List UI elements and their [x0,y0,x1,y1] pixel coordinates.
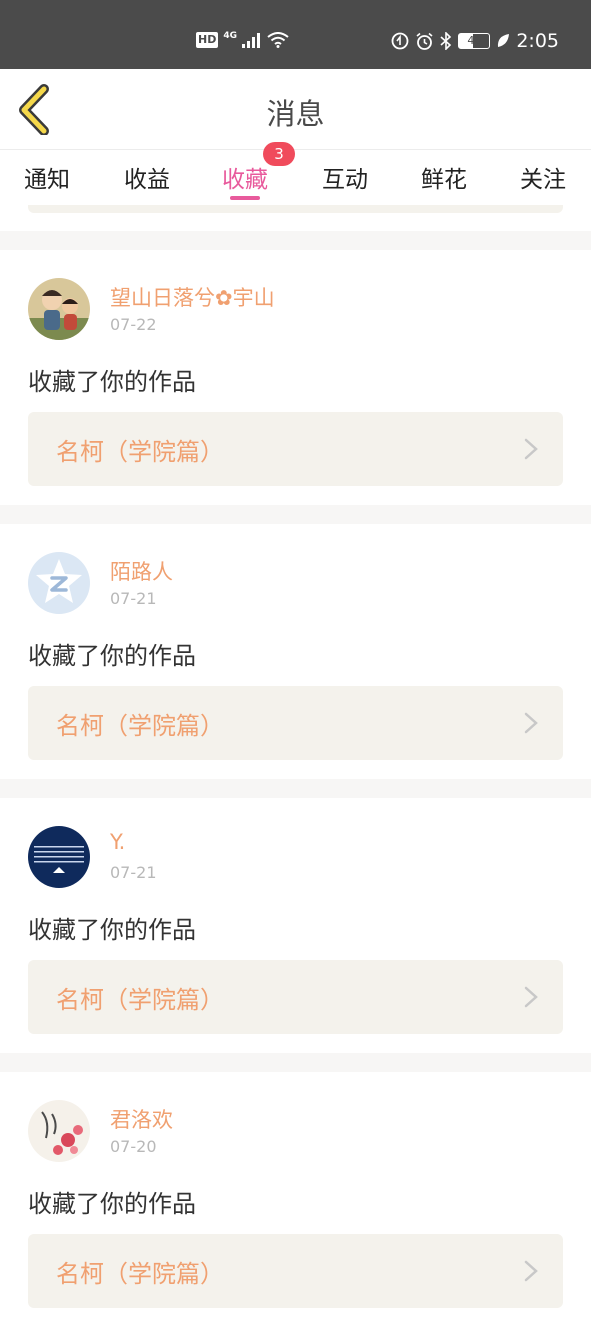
data-saver-icon [391,32,409,50]
tab-follows[interactable]: 关注 [520,160,566,194]
battery-level: 46 [467,34,482,47]
action-text: 收藏了你的作品 [28,916,196,944]
avatar[interactable] [28,278,90,340]
signal-icon [242,33,260,48]
username[interactable]: 君洛欢 [110,1104,173,1134]
chevron-right-icon [524,986,538,1008]
username[interactable]: 望山日落兮✿宇山 [110,282,275,312]
unread-badge: 3 [263,142,295,166]
work-link[interactable]: 名柯（学院篇） [28,412,563,486]
bluetooth-icon [440,32,452,50]
work-link[interactable]: 名柯（学院篇） [28,960,563,1034]
work-title: 名柯（学院篇） [56,438,224,466]
notification-card: 君洛欢 07-20 收藏了你的作品 名柯（学院篇） [0,1072,591,1327]
avatar[interactable] [28,826,90,888]
tab-bar: 通知 收益 收藏 互动 鲜花 关注 [0,150,591,205]
alarm-icon [416,32,433,50]
wifi-icon [267,32,289,48]
battery-indicator: 46 [458,33,491,49]
status-right: 46 2:05 [391,30,559,52]
message-date: 07-20 [110,1137,157,1156]
action-text: 收藏了你的作品 [28,1190,196,1218]
work-link[interactable]: 名柯（学院篇） [28,1234,563,1308]
clock: 2:05 [516,30,559,52]
work-title: 名柯（学院篇） [56,1260,224,1288]
message-date: 07-21 [110,863,157,882]
username[interactable]: Y. [110,830,125,854]
tab-interactions[interactable]: 互动 [322,160,368,194]
avatar[interactable] [28,552,90,614]
notification-card: Y. 07-21 收藏了你的作品 名柯（学院篇） [0,798,591,1053]
username[interactable]: 陌路人 [110,556,173,586]
status-bar: HD 4G 46 2:05 [0,0,591,69]
work-title: 名柯（学院篇） [56,712,224,740]
notification-card: 望山日落兮✿宇山 07-22 收藏了你的作品 名柯（学院篇） [0,250,591,505]
chevron-right-icon [524,712,538,734]
chevron-right-icon [524,1260,538,1282]
tab-favorites[interactable]: 收藏 [222,160,268,194]
work-link[interactable]: 名柯（学院篇） [28,686,563,760]
tab-notifications[interactable]: 通知 [24,160,70,194]
message-date: 07-21 [110,589,157,608]
avatar[interactable] [28,1100,90,1162]
leaf-icon [498,34,510,47]
chevron-right-icon [524,438,538,460]
network-type: 4G [223,31,237,41]
previous-work-box-edge [28,205,563,213]
status-left: HD 4G [196,31,289,48]
previous-card-edge [0,205,591,231]
action-text: 收藏了你的作品 [28,642,196,670]
page-title: 消息 [266,97,325,131]
hd-badge: HD [196,32,219,48]
message-date: 07-22 [110,315,157,334]
tab-flowers[interactable]: 鲜花 [421,160,467,194]
work-title: 名柯（学院篇） [56,986,224,1014]
app-bar: 消息 [0,69,591,150]
tab-earnings[interactable]: 收益 [124,160,170,194]
active-tab-indicator [230,196,260,200]
action-text: 收藏了你的作品 [28,368,196,396]
notification-card: 陌路人 07-21 收藏了你的作品 名柯（学院篇） [0,524,591,779]
